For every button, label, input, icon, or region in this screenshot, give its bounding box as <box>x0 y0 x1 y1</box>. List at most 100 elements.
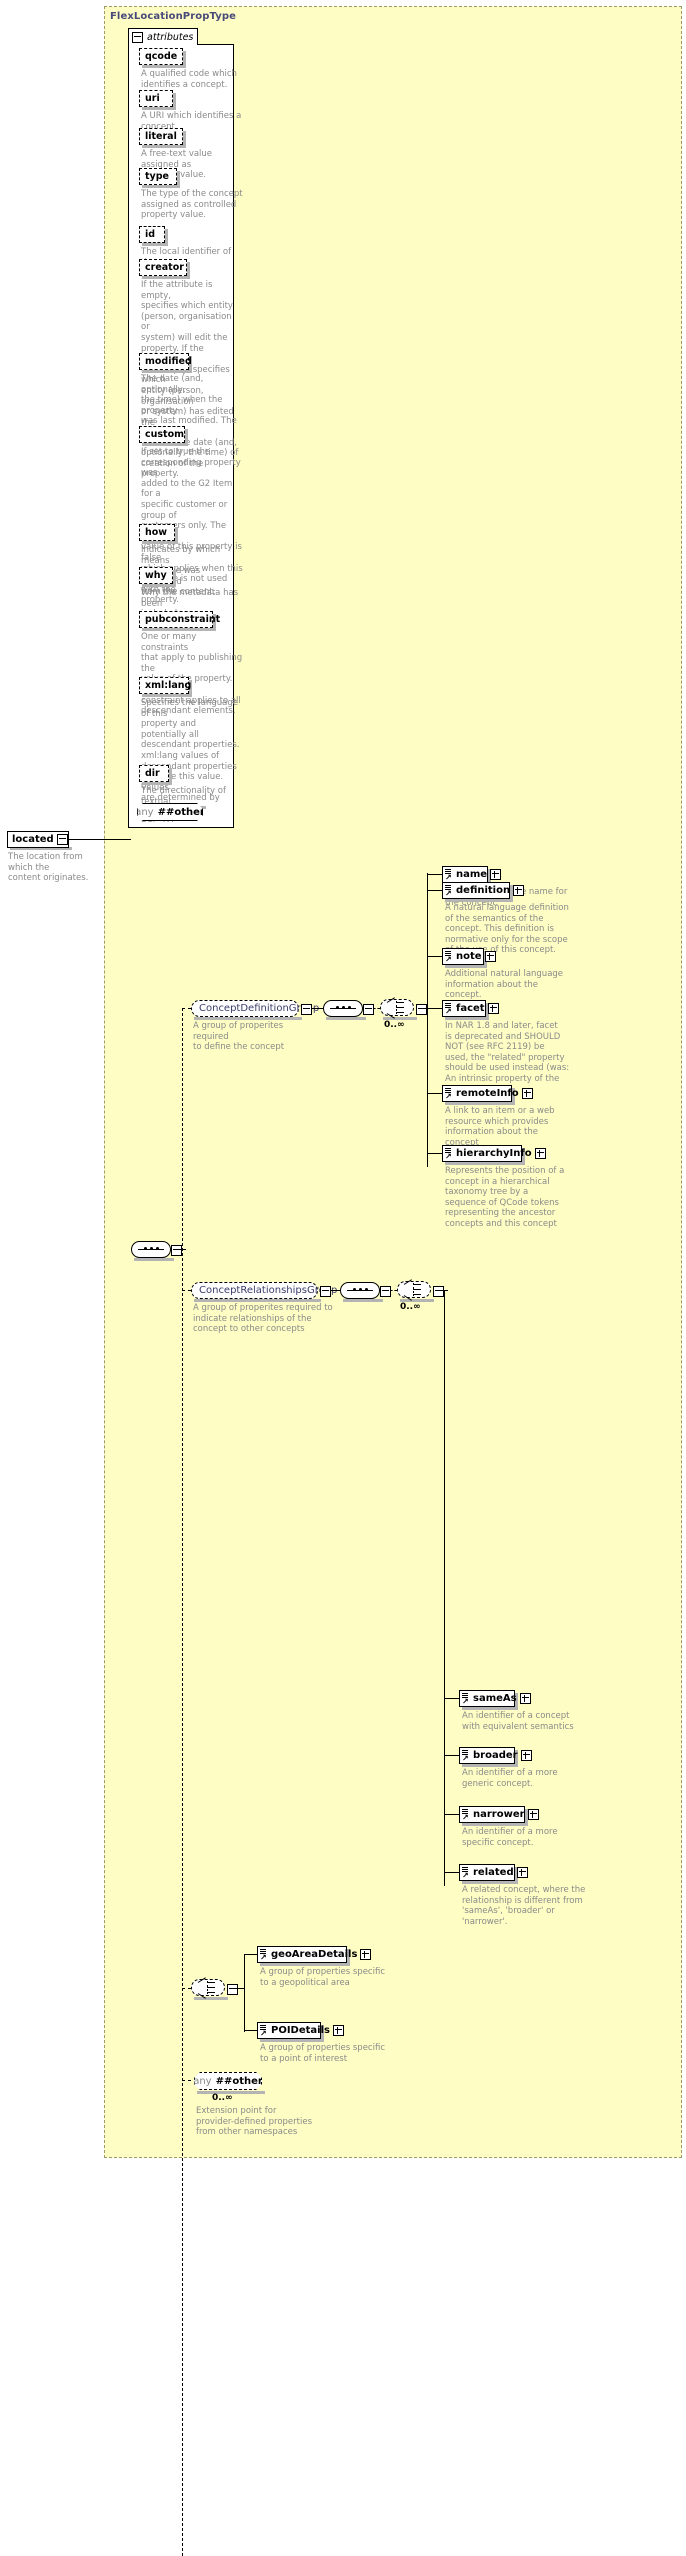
element-related[interactable]: ↗ related <box>459 1864 528 1881</box>
attribute-literal[interactable]: literal <box>139 128 183 145</box>
element-definition[interactable]: ↗ definition <box>442 882 525 899</box>
crg-branch-line <box>444 1872 459 1873</box>
expand-plus-icon[interactable] <box>487 1003 499 1014</box>
attr-shadow <box>142 782 172 785</box>
attribute-label: uri <box>145 93 160 104</box>
attribute-label: creator <box>145 262 184 273</box>
cdg-branch-line <box>427 890 442 891</box>
expand-plus-icon[interactable] <box>520 1750 532 1761</box>
attr-shadow <box>142 145 186 148</box>
attribute-creator[interactable]: creator <box>139 259 187 276</box>
attribute-label: why <box>145 570 167 581</box>
element-label: geoAreaDetails <box>271 1949 358 1960</box>
crg-seq-collapse-icon[interactable] <box>380 1286 391 1297</box>
cdg-sequence-compositor[interactable] <box>323 1000 363 1017</box>
cdg-choice-compositor[interactable] <box>380 997 414 1019</box>
attribute-type[interactable]: type <box>139 168 177 185</box>
element-label: note <box>456 951 482 962</box>
attribute-dir[interactable]: dir <box>139 765 169 782</box>
located-collapse-icon[interactable] <box>56 834 68 845</box>
element-facet[interactable]: ↗ facet <box>442 1000 499 1017</box>
element-desc: A group of properties specific to a poin… <box>260 2043 385 2064</box>
expand-plus-icon[interactable] <box>527 1809 539 1820</box>
attribute-id[interactable]: id <box>139 226 165 243</box>
element-any-cardinality: 0..∞ <box>212 2093 233 2103</box>
element-sameAs[interactable]: ↗ sameAs <box>459 1690 531 1707</box>
attr-shadow-right <box>169 768 172 785</box>
group-conceptdefinitiongroup[interactable]: ConceptDefinitionGroup <box>191 1000 319 1017</box>
details-choice-compositor[interactable] <box>191 1977 225 1999</box>
element-label: remoteInfo <box>456 1088 519 1099</box>
element-shadow <box>445 965 487 968</box>
element-label: POIDetails <box>271 2025 330 2036</box>
attribute-xml-lang[interactable]: xml:lang <box>139 677 191 694</box>
main-sequence-compositor[interactable] <box>131 1241 171 1258</box>
attributes-label: attributes <box>147 31 194 43</box>
cdg-collapse-icon[interactable] <box>301 1004 312 1015</box>
element-geoAreaDetails[interactable]: ↗ geoAreaDetails <box>257 1946 372 1963</box>
attribute-how[interactable]: how <box>139 524 175 541</box>
element-name[interactable]: ↗ name <box>442 866 502 883</box>
details-branch-line <box>244 2030 257 2031</box>
element-label: related <box>473 1867 514 1878</box>
expand-plus-icon[interactable] <box>516 1867 528 1878</box>
attr-any-other-node[interactable]: any ##other <box>137 803 203 821</box>
details-choice-collapse-icon[interactable] <box>227 1984 238 1995</box>
attr-shadow <box>142 443 188 446</box>
crg-collapse-icon[interactable] <box>320 1286 331 1297</box>
expand-plus-icon[interactable] <box>513 885 525 896</box>
connector-located-to-type <box>69 839 131 840</box>
main-seq-collapse-icon[interactable] <box>171 1245 182 1256</box>
crg-branch-line <box>444 1698 459 1699</box>
group-conceptrelationshipsgroup[interactable]: ConceptRelationshipsGroup <box>191 1282 337 1299</box>
expand-plus-icon[interactable] <box>360 1949 372 1960</box>
crg-choice-collapse-icon[interactable] <box>433 1286 444 1297</box>
element-remoteInfo[interactable]: ↗ remoteInfo <box>442 1085 533 1102</box>
crg-seq-shadow <box>343 1299 383 1302</box>
choice-icon <box>386 997 407 1019</box>
xsd-diagram: FlexLocationPropType attributes qcode A … <box>0 0 686 2556</box>
crg-shadow <box>194 1299 321 1302</box>
expand-plus-icon[interactable] <box>484 951 496 962</box>
expand-plus-icon[interactable] <box>521 1088 533 1099</box>
reference-arrow-icon: ↗ <box>445 873 452 882</box>
main-branch-spine <box>182 1008 183 2556</box>
reference-arrow-icon: ↗ <box>260 2029 267 2038</box>
attribute-uri[interactable]: uri <box>139 90 173 107</box>
attribute-pubconstraint[interactable]: pubconstraint <box>139 611 220 628</box>
attribute-why[interactable]: why <box>139 567 173 584</box>
attribute-modified[interactable]: modified <box>139 353 192 370</box>
element-POIDetails[interactable]: ↗ POIDetails <box>257 2022 344 2039</box>
crg-sequence-compositor[interactable] <box>340 1282 380 1299</box>
cdg-choice-collapse-icon[interactable] <box>416 1004 427 1015</box>
attr-shadow <box>142 185 180 188</box>
crg-choice-compositor[interactable] <box>397 1279 431 1301</box>
element-any-other-node[interactable]: any ##other <box>194 2072 262 2090</box>
expand-plus-icon[interactable] <box>332 2025 344 2036</box>
element-narrower[interactable]: ↗ narrower <box>459 1806 539 1823</box>
cdg-seq-collapse-icon[interactable] <box>363 1004 374 1015</box>
element-label: facet <box>456 1003 485 1014</box>
collapse-minus-icon[interactable] <box>132 31 143 43</box>
expand-plus-icon[interactable] <box>490 869 502 880</box>
main-seq-shadow <box>134 1258 174 1261</box>
element-broader[interactable]: ↗ broader <box>459 1747 532 1764</box>
expand-plus-icon[interactable] <box>534 1148 546 1159</box>
cdg-choice-cardinality: 0..∞ <box>384 1020 405 1030</box>
group-conceptrelationshipsgroup-label: ConceptRelationshipsGroup <box>199 1285 338 1296</box>
attribute-custom[interactable]: custom <box>139 426 185 443</box>
element-shadow <box>462 1823 528 1826</box>
attr-shadow-right <box>165 229 168 246</box>
attribute-label: qcode <box>145 51 178 62</box>
any-prefix-label: any <box>193 2075 212 2087</box>
attribute-label: modified <box>145 356 192 367</box>
expand-plus-icon[interactable] <box>519 1693 531 1704</box>
attribute-qcode[interactable]: qcode <box>139 48 183 65</box>
element-located[interactable]: located <box>7 831 69 848</box>
element-label: narrower <box>473 1809 525 1820</box>
element-note[interactable]: ↗ note <box>442 948 496 965</box>
crg-choice-cardinality: 0..∞ <box>400 1302 421 1312</box>
element-hierarchyInfo[interactable]: ↗ hierarchyInfo <box>442 1145 546 1162</box>
attr-shadow-right <box>175 527 178 544</box>
reference-arrow-icon: ↗ <box>445 955 452 964</box>
